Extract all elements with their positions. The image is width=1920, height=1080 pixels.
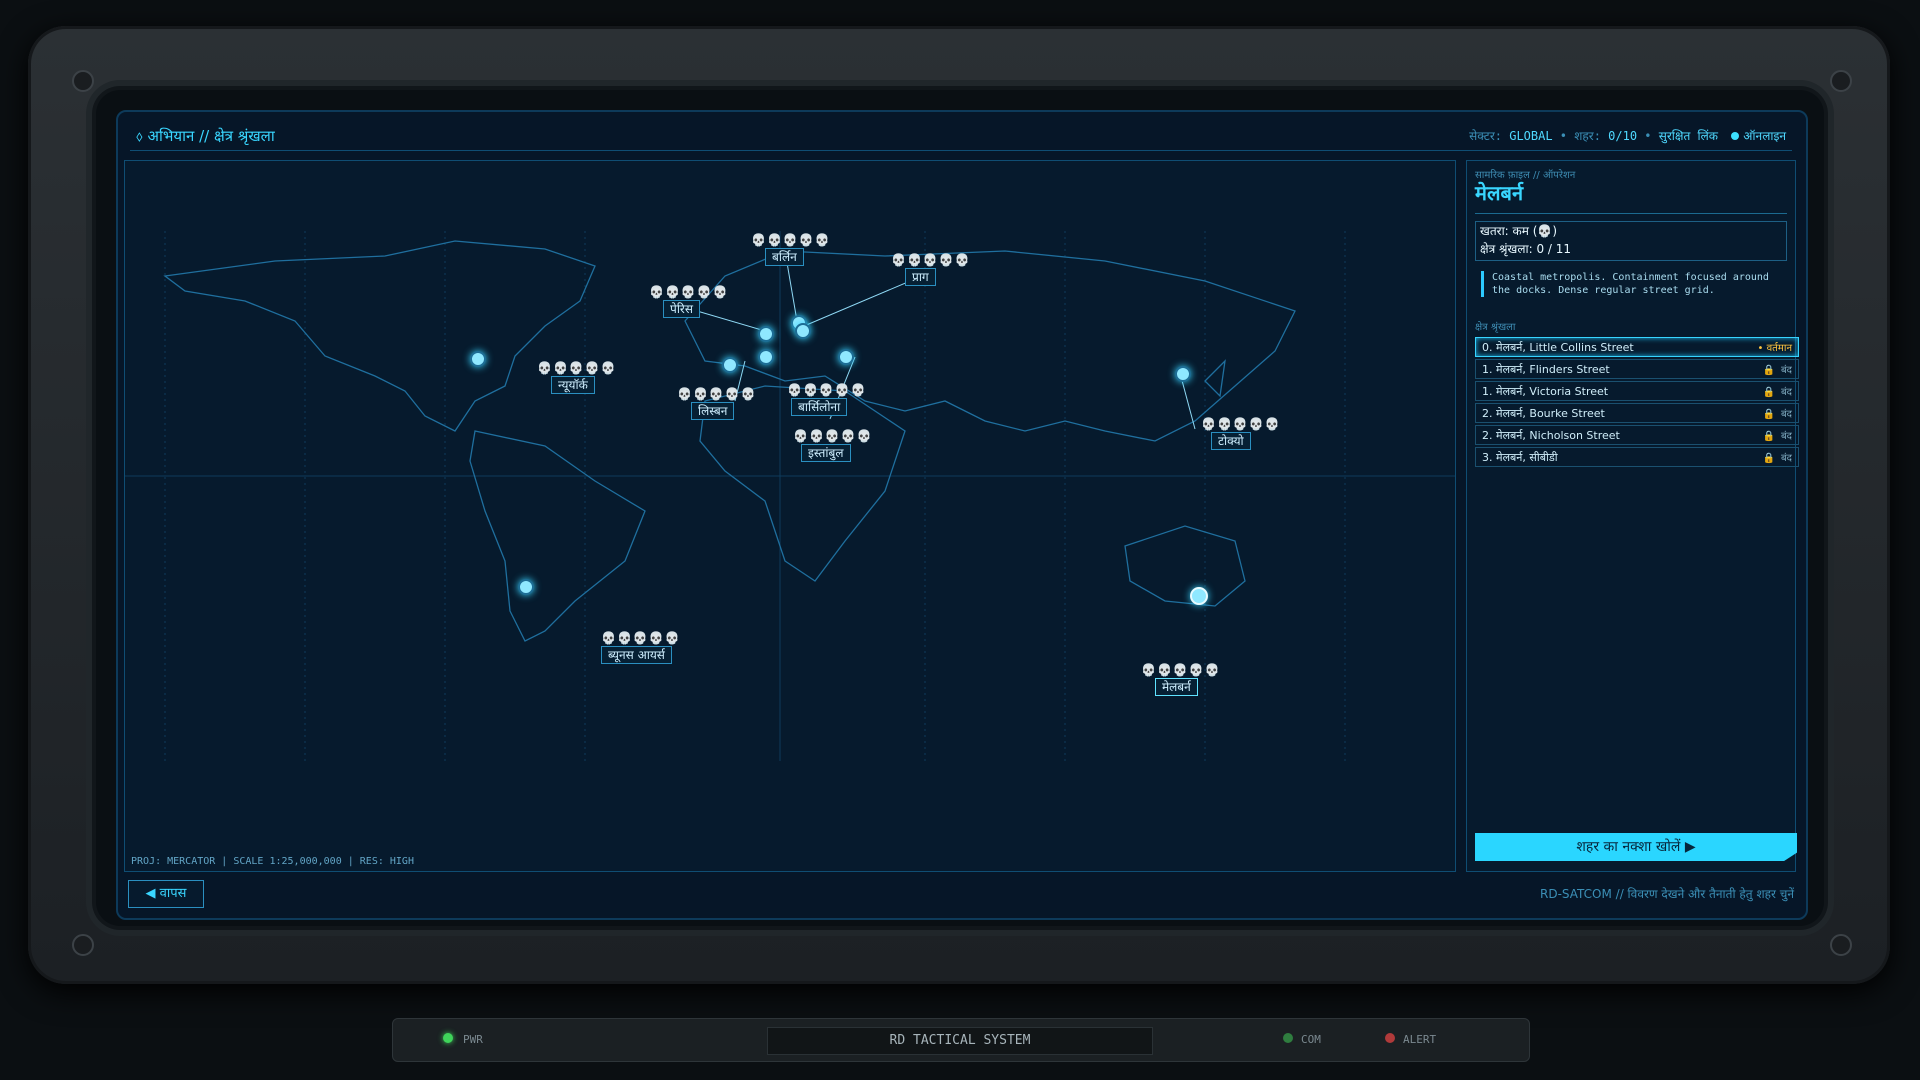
alert-led-icon xyxy=(1385,1033,1395,1043)
threat-rating-barcelona: 💀💀💀💀💀 xyxy=(787,383,867,397)
lock-icon: 🔒 xyxy=(1762,431,1775,442)
hardware-status-bar: PWR RD TACTICAL SYSTEM COM ALERT xyxy=(392,1018,1530,1062)
city-description: Coastal metropolis. Containment focused … xyxy=(1481,271,1788,297)
screw-icon xyxy=(1830,934,1852,956)
pwr-label: PWR xyxy=(463,1033,483,1046)
city-label-lisbon[interactable]: लिस्बन xyxy=(691,402,735,420)
threat-rating-newyork: 💀💀💀💀💀 xyxy=(537,361,617,375)
game-screen: ⬨ अभियान // क्षेत्र श्रृंखला सेक्टर: GLO… xyxy=(116,110,1808,920)
city-label-berlin[interactable]: बर्लिन xyxy=(765,248,804,266)
back-button[interactable]: ◀ वापस xyxy=(128,880,204,908)
route-item[interactable]: 2. मेलबर्न, Bourke Street 🔒 बंद xyxy=(1475,403,1799,423)
threat-info-box: खतरा: कम (💀) क्षेत्र श्रृंखला: 0 / 11 xyxy=(1475,221,1787,261)
city-label-barcelona[interactable]: बार्सिलोना xyxy=(791,398,848,416)
world-map-drawing xyxy=(125,231,1455,761)
footer-hint: RD-SATCOM // विवरण देखने और तैनाती हेतु … xyxy=(1540,887,1794,901)
route-item[interactable]: 2. मेलबर्न, Nicholson Street 🔒 बंद xyxy=(1475,425,1799,445)
status-readout: सेक्टर: GLOBAL • शहर: 0/10 • सुरक्षित लि… xyxy=(1469,129,1786,143)
panel-city-title: मेलबर्न xyxy=(1475,181,1524,205)
alert-label: ALERT xyxy=(1403,1033,1437,1046)
city-label-paris[interactable]: पेरिस xyxy=(663,300,700,318)
city-detail-panel: सामरिक फ़ाइल // ऑपरेशन मेलबर्न खतरा: कम … xyxy=(1466,160,1799,872)
open-city-map-button[interactable]: शहर का नक्शा खोलें ▶ xyxy=(1475,833,1797,861)
map-node-paris[interactable] xyxy=(758,326,774,342)
lock-icon: 🔒 xyxy=(1762,365,1775,376)
online-indicator-icon xyxy=(1731,132,1740,140)
route-item[interactable]: 1. मेलबर्न, Victoria Street 🔒 बंद xyxy=(1475,381,1799,401)
map-node-lisbon[interactable] xyxy=(722,357,738,373)
threat-rating-buenosaires: 💀💀💀💀💀 xyxy=(601,631,681,645)
threat-rating-melbourne: 💀💀💀💀💀 xyxy=(1141,663,1221,677)
threat-rating-prague: 💀💀💀💀💀 xyxy=(891,253,971,267)
route-item[interactable]: 1. मेलबर्न, Flinders Street 🔒 बंद xyxy=(1475,359,1799,379)
chain-progress-text: क्षेत्र श्रृंखला: 0 / 11 xyxy=(1480,242,1572,256)
screw-icon xyxy=(72,934,94,956)
city-label-tokyo[interactable]: टोक्यो xyxy=(1211,432,1251,450)
top-bar: ⬨ अभियान // क्षेत्र श्रृंखला सेक्टर: GLO… xyxy=(130,120,1792,151)
breadcrumb: ⬨ अभियान // क्षेत्र श्रृंखला xyxy=(136,127,275,145)
city-label-istanbul[interactable]: इस्तांबुल xyxy=(801,444,851,462)
map-node-istanbul[interactable] xyxy=(838,349,854,365)
route-item[interactable]: 0. मेलबर्न, Little Collins Street • वर्त… xyxy=(1475,337,1799,357)
threat-rating-tokyo: 💀💀💀💀💀 xyxy=(1201,417,1281,431)
power-led-icon xyxy=(443,1033,453,1043)
world-map[interactable]: 💀💀💀💀💀 बर्लिन 💀💀💀💀💀 पेरिस 💀💀💀💀💀 प्राग 💀💀💀… xyxy=(124,160,1456,872)
lock-icon: 🔒 xyxy=(1762,453,1775,464)
lock-icon: 🔒 xyxy=(1762,387,1775,398)
city-label-prague[interactable]: प्राग xyxy=(905,268,936,286)
route-section-label: क्षेत्र श्रृंखला xyxy=(1475,322,1516,333)
city-label-melbourne[interactable]: मेलबर्न xyxy=(1155,678,1198,696)
com-led-icon xyxy=(1283,1033,1293,1043)
map-node-buenosaires[interactable] xyxy=(518,579,534,595)
threat-rating-istanbul: 💀💀💀💀💀 xyxy=(793,429,873,443)
threat-rating-berlin: 💀💀💀💀💀 xyxy=(751,233,831,247)
com-label: COM xyxy=(1301,1033,1321,1046)
map-node-prague[interactable] xyxy=(795,323,811,339)
threat-rating-paris: 💀💀💀💀💀 xyxy=(649,285,729,299)
map-node-melbourne[interactable] xyxy=(1190,587,1208,605)
map-projection-info: PROJ: MERCATOR | SCALE 1:25,000,000 | RE… xyxy=(131,856,414,867)
threat-rating-lisbon: 💀💀💀💀💀 xyxy=(677,387,757,401)
screw-icon xyxy=(72,70,94,92)
threat-level-text: खतरा: कम (💀) xyxy=(1480,224,1558,238)
map-node-barcelona[interactable] xyxy=(758,349,774,365)
screw-icon xyxy=(1830,70,1852,92)
city-label-buenosaires[interactable]: ब्यूनस आयर्स xyxy=(601,646,672,664)
city-label-newyork[interactable]: न्यूयॉर्क xyxy=(551,376,595,394)
map-node-tokyo[interactable] xyxy=(1175,366,1191,382)
route-item[interactable]: 3. मेलबर्न, सीबीडी 🔒 बंद xyxy=(1475,447,1799,467)
system-title: RD TACTICAL SYSTEM xyxy=(767,1027,1153,1055)
divider xyxy=(1475,213,1787,214)
lock-icon: 🔒 xyxy=(1762,409,1775,420)
map-node-newyork[interactable] xyxy=(470,351,486,367)
